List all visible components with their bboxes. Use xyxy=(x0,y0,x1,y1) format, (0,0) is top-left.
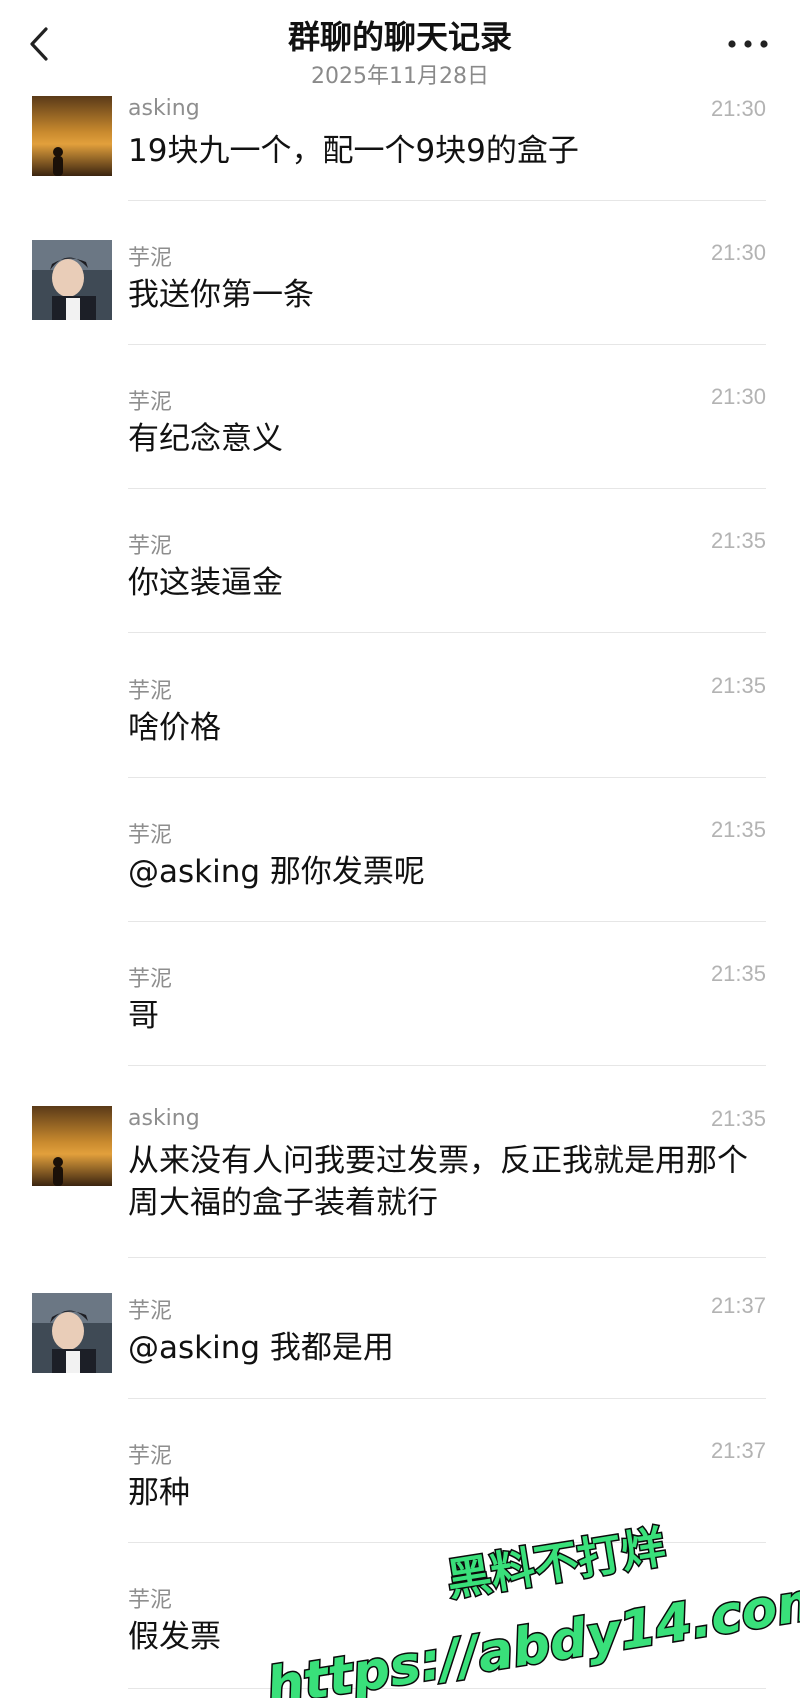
message-text: @asking 那你发票呢 xyxy=(128,854,425,890)
message-item[interactable]: 芋泥 假发票 xyxy=(0,1582,800,1692)
message-text: 19块九一个，配一个9块9的盒子 xyxy=(128,133,579,169)
sender-name: 芋泥 xyxy=(128,967,173,992)
message-time: 21:30 xyxy=(710,96,766,121)
divider xyxy=(128,488,766,489)
message-text: 从来没有人问我要过发票，反正我就是用那个周大福的盒子装着就行 xyxy=(128,1143,748,1221)
sunset-avatar[interactable] xyxy=(32,96,112,176)
ellipsis-icon[interactable] xyxy=(726,34,770,54)
divider xyxy=(128,1065,766,1066)
sender-name: 芋泥 xyxy=(128,390,173,415)
message-time: 21:37 xyxy=(710,1293,766,1318)
sender-name: asking xyxy=(128,1106,200,1131)
message-time: 21:35 xyxy=(710,817,766,842)
message-item[interactable]: asking 21:30 19块九一个，配一个9块9的盒子 xyxy=(0,96,800,202)
divider xyxy=(128,1398,766,1399)
record-date: 2025年11月28日 xyxy=(311,64,489,89)
portrait-avatar[interactable] xyxy=(32,240,112,320)
divider xyxy=(128,200,766,201)
message-item[interactable]: 芋泥 21:30 我送你第一条 xyxy=(0,240,800,346)
message-time: 21:30 xyxy=(710,240,766,265)
message-item[interactable]: asking 21:35 从来没有人问我要过发票，反正我就是用那个周大福的盒子装… xyxy=(0,1106,800,1258)
divider xyxy=(128,632,766,633)
sender-name: 芋泥 xyxy=(128,1444,173,1469)
sunset-avatar[interactable] xyxy=(32,1106,112,1186)
message-time: 21:35 xyxy=(710,673,766,698)
page-title: 群聊的聊天记录 xyxy=(287,18,512,56)
message-time: 21:35 xyxy=(710,528,766,553)
message-text: 哥 xyxy=(128,998,159,1034)
message-item[interactable]: 芋泥 21:35 @asking 那你发票呢 xyxy=(0,817,800,923)
chat-record-header: 群聊的聊天记录 2025年11月28日 xyxy=(0,0,800,92)
divider xyxy=(128,1542,766,1543)
sender-name: 芋泥 xyxy=(128,1588,173,1613)
sender-name: 芋泥 xyxy=(128,246,173,271)
message-text: @asking 我都是用 xyxy=(128,1330,394,1366)
divider xyxy=(128,777,766,778)
message-text: 那种 xyxy=(128,1475,190,1511)
sender-name: 芋泥 xyxy=(128,534,173,559)
divider xyxy=(128,1257,766,1258)
divider xyxy=(128,344,766,345)
message-item[interactable]: 芋泥 21:37 那种 xyxy=(0,1438,800,1544)
message-text: 有纪念意义 xyxy=(128,421,283,457)
sender-name: 芋泥 xyxy=(128,679,173,704)
message-text: 假发票 xyxy=(128,1619,221,1655)
message-time: 21:30 xyxy=(710,384,766,409)
message-time: 21:35 xyxy=(710,1106,766,1131)
message-item[interactable]: 芋泥 21:35 啥价格 xyxy=(0,673,800,779)
message-time: 21:35 xyxy=(710,961,766,986)
message-text: 我送你第一条 xyxy=(128,277,314,313)
divider xyxy=(128,1688,766,1689)
message-item[interactable]: 芋泥 21:30 有纪念意义 xyxy=(0,384,800,490)
message-item[interactable]: 芋泥 21:35 哥 xyxy=(0,961,800,1067)
sender-name: 芋泥 xyxy=(128,1299,173,1324)
message-text: 啥价格 xyxy=(128,710,221,746)
divider xyxy=(128,921,766,922)
message-text: 你这装逼金 xyxy=(128,565,283,601)
sender-name: asking xyxy=(128,96,200,121)
message-item[interactable]: 芋泥 21:35 你这装逼金 xyxy=(0,528,800,634)
portrait-avatar[interactable] xyxy=(32,1293,112,1373)
message-item[interactable]: 芋泥 21:37 @asking 我都是用 xyxy=(0,1293,800,1399)
message-time: 21:37 xyxy=(710,1438,766,1463)
sender-name: 芋泥 xyxy=(128,823,173,848)
